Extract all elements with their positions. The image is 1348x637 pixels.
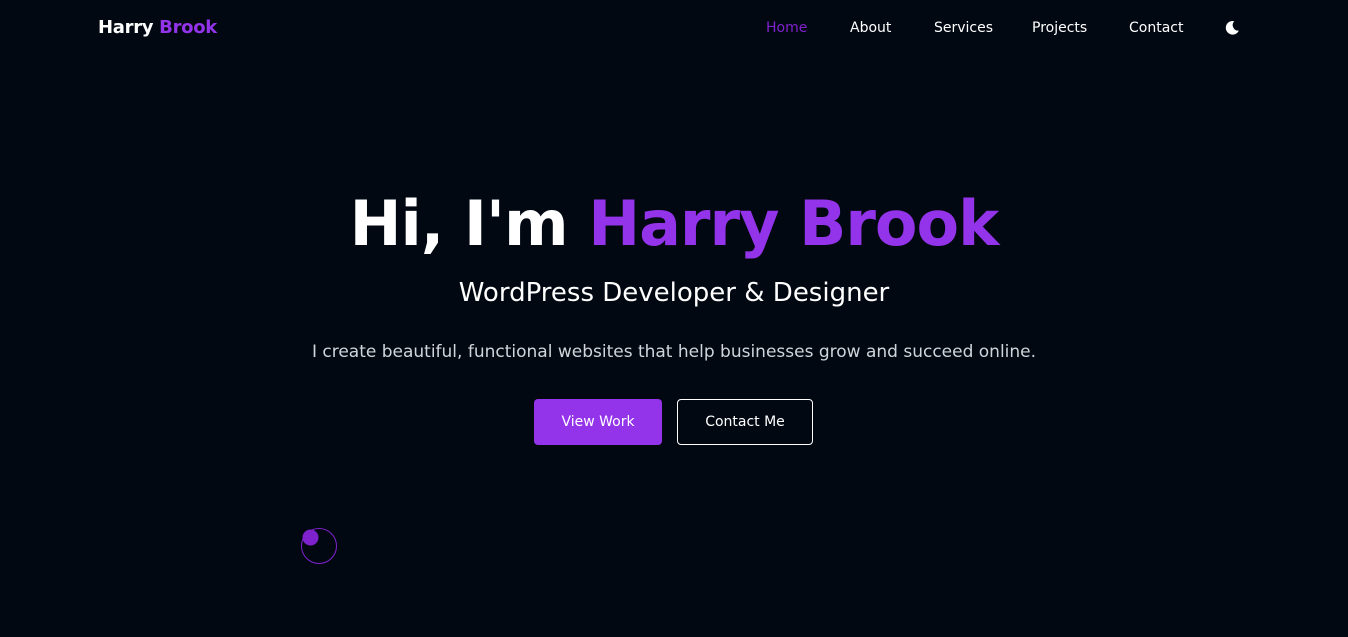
nav-services[interactable]: Services <box>934 18 993 38</box>
decorative-circle-icon <box>301 528 337 564</box>
moon-icon <box>1225 21 1239 35</box>
hero-greeting: Hi, I'm <box>349 187 569 260</box>
hero-name: Harry Brook <box>588 187 999 260</box>
hero-description: I create beautiful, functional websites … <box>311 342 1037 362</box>
main-nav: Home About Services Projects Contact <box>0 18 1348 38</box>
portfolio-page: Harry Brook Home About Services Projects… <box>0 0 1348 637</box>
hero-subtitle: WordPress Developer & Designer <box>458 278 890 308</box>
theme-toggle-button[interactable] <box>1224 20 1240 36</box>
hero-title: Hi, I'm Harry Brook <box>0 186 1348 262</box>
view-work-button[interactable]: View Work <box>534 399 662 445</box>
nav-contact[interactable]: Contact <box>1129 18 1183 38</box>
nav-projects[interactable]: Projects <box>1032 18 1087 38</box>
nav-home[interactable]: Home <box>766 18 807 38</box>
contact-me-button[interactable]: Contact Me <box>677 399 813 445</box>
site-header: Harry Brook Home About Services Projects… <box>0 0 1348 56</box>
nav-about[interactable]: About <box>850 18 891 38</box>
